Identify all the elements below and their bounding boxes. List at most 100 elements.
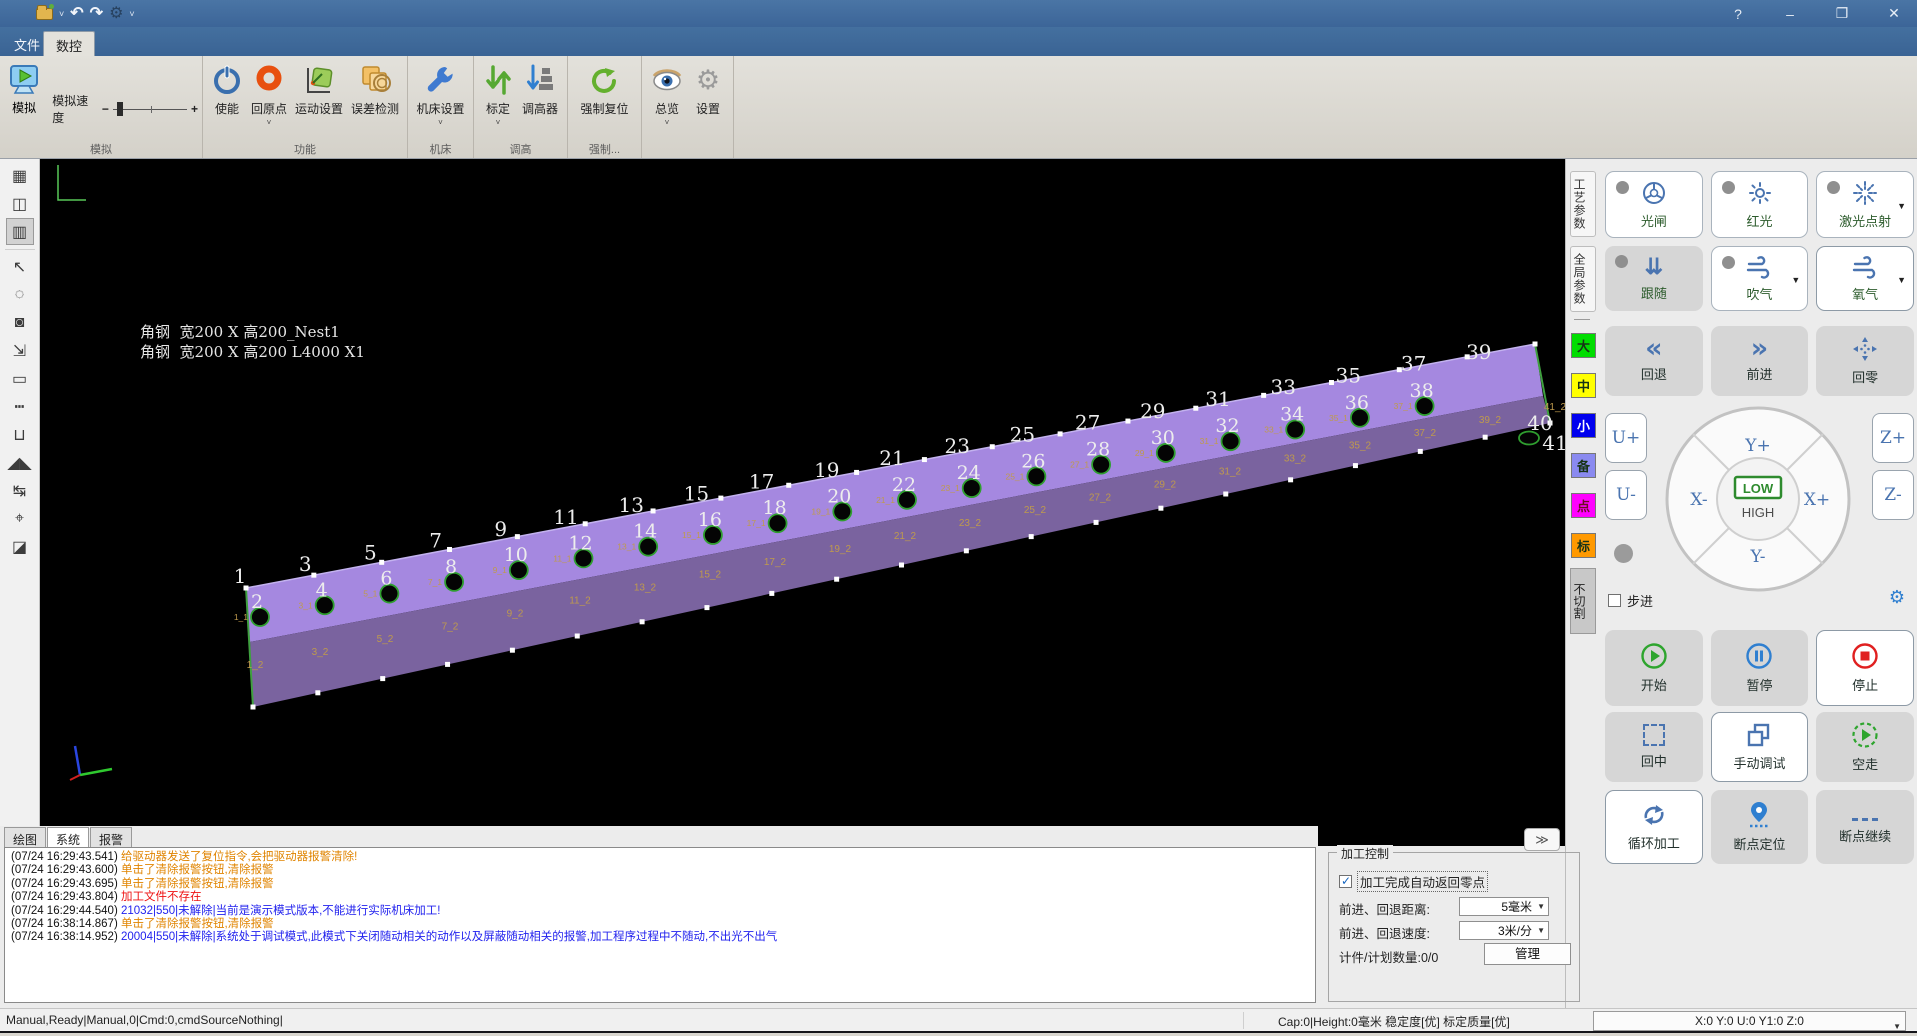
sim-speed-plus[interactable]: + xyxy=(191,102,198,116)
log-console[interactable]: (07/24 16:29:43.541) 给驱动器发送了复位指令,会把驱动器报警… xyxy=(4,847,1316,1003)
step-checkbox[interactable] xyxy=(1608,594,1621,607)
tab-process-params[interactable]: 工艺参数 xyxy=(1570,171,1596,237)
grid-view-icon[interactable]: ▦ xyxy=(6,162,34,189)
advance-button[interactable]: » 前进 xyxy=(1711,326,1809,396)
open-file-icon[interactable] xyxy=(36,8,53,20)
no-cut-button[interactable]: 不切割 xyxy=(1570,568,1596,634)
jog-settings-gear-icon[interactable]: ⚙ xyxy=(1889,587,1905,608)
follow-button[interactable]: ⇊ 跟随 xyxy=(1605,246,1703,311)
sim-speed-slider-thumb[interactable] xyxy=(117,102,123,116)
jog-y-plus[interactable]: Y+ xyxy=(1744,436,1770,456)
jog-u-plus-button[interactable]: U+ xyxy=(1605,413,1647,463)
laser-burst-button[interactable]: 激光点射 ▼ xyxy=(1816,171,1914,238)
manual-debug-button[interactable]: 手动调试 xyxy=(1711,712,1809,782)
jog-z-plus-button[interactable]: Z+ xyxy=(1872,413,1914,463)
height-controller-button[interactable]: 调高器 xyxy=(518,60,562,117)
center-button[interactable]: 回中 xyxy=(1605,712,1703,782)
panel-view-icon[interactable]: ▥ xyxy=(6,218,34,245)
overview-button[interactable]: 总览 ˅ xyxy=(646,60,688,127)
tab-global-params[interactable]: 全局参数 xyxy=(1570,246,1596,312)
tab-nc-active[interactable]: 数控 xyxy=(43,31,95,56)
oxygen-dropdown-icon[interactable]: ▼ xyxy=(1897,275,1906,285)
distance-select[interactable]: 5毫米▼ xyxy=(1459,897,1549,916)
layer-square-点[interactable]: 点 xyxy=(1571,493,1596,518)
home-button[interactable]: 回原点 ˅ xyxy=(247,60,291,127)
calibrate-button[interactable]: 标定 ˅ xyxy=(478,60,518,127)
cycle-machining-button[interactable]: 循环加工 xyxy=(1605,790,1703,864)
coordinates-display[interactable]: X:0 Y:0 U:0 Y1:0 Z:0 ▼ xyxy=(1593,1011,1906,1031)
sim-speed-minus[interactable]: − xyxy=(102,102,109,116)
restore-button[interactable]: ❐ xyxy=(1831,5,1853,22)
viewport-3d[interactable]: 角钢 宽200 X 高200_Nest1 角钢 宽200 X 高200 L400… xyxy=(40,159,1565,826)
jog-y-minus[interactable]: Y- xyxy=(1749,547,1765,567)
fan-icon[interactable]: ◢◣ xyxy=(6,449,34,476)
red-light-button[interactable]: 红光 xyxy=(1711,171,1809,238)
enable-button[interactable]: 使能 xyxy=(207,60,247,117)
auto-return-checkbox[interactable] xyxy=(1339,875,1352,888)
open-file-dropdown-icon[interactable]: ˅ xyxy=(59,9,64,19)
distance-caret-icon[interactable]: ▼ xyxy=(1537,902,1545,911)
jog-x-minus[interactable]: X- xyxy=(1690,490,1707,510)
jog-x-plus[interactable]: X+ xyxy=(1804,490,1830,510)
breakpoint-locate-button[interactable]: 断点定位 xyxy=(1711,790,1809,864)
blow-air-button[interactable]: 吹气 ▼ xyxy=(1711,246,1809,311)
simulate-button[interactable]: 模拟 xyxy=(4,60,44,116)
shutter-button[interactable]: 光闸 xyxy=(1605,171,1703,238)
layer-square-备[interactable]: 备 xyxy=(1571,453,1596,478)
force-reset-button[interactable]: 强制复位 xyxy=(576,60,632,117)
layer-square-标[interactable]: 标 xyxy=(1571,533,1596,558)
beam-canvas[interactable]: 1357911131517192123252729313335373921_14… xyxy=(40,159,1565,826)
return-zero-button[interactable]: 回零 xyxy=(1816,326,1914,396)
breakpoint-resume-button[interactable]: 断点继续 xyxy=(1816,790,1914,864)
pause-button[interactable]: 暂停 xyxy=(1711,630,1809,706)
calibrate-dropdown-icon[interactable]: ˅ xyxy=(496,118,501,127)
machine-settings-button[interactable]: 机床设置 ˅ xyxy=(412,60,468,127)
cube-view-icon[interactable]: ◫ xyxy=(6,190,34,217)
jog-pad[interactable]: Y+ Y- X- X+ LOW HIGH xyxy=(1663,404,1853,594)
settings-button[interactable]: ⚙ 设置 xyxy=(688,60,728,117)
error-check-button[interactable]: 误差检测 xyxy=(347,60,403,117)
dry-run-button[interactable]: 空走 xyxy=(1816,712,1914,782)
minimize-button[interactable]: – xyxy=(1779,6,1801,22)
jog-z-minus-button[interactable]: Z- xyxy=(1872,470,1914,520)
stop-button[interactable]: 停止 xyxy=(1816,630,1914,706)
compress-icon[interactable]: ↹ xyxy=(6,477,34,504)
filled-circle-icon[interactable]: ◙ xyxy=(6,309,34,336)
close-button[interactable]: ✕ xyxy=(1883,5,1905,22)
redo-icon[interactable]: ↷ xyxy=(90,6,103,22)
retract-button[interactable]: « 回退 xyxy=(1605,326,1703,396)
overview-dropdown-icon[interactable]: ˅ xyxy=(665,118,670,127)
open-box-icon[interactable]: ⊔ xyxy=(6,421,34,448)
layer-square-中[interactable]: 中 xyxy=(1571,373,1596,398)
layer-square-小[interactable]: 小 xyxy=(1571,413,1596,438)
dashes-icon[interactable]: ┅ xyxy=(6,393,34,420)
eraser-icon[interactable]: ◪ xyxy=(6,533,34,560)
motion-settings-button[interactable]: 运动设置 xyxy=(291,60,347,117)
position-icon[interactable]: ⌖ xyxy=(6,505,34,532)
home-dropdown-icon[interactable]: ˅ xyxy=(267,118,272,127)
laser-burst-dropdown-icon[interactable]: ▼ xyxy=(1897,201,1906,211)
settings-gear-icon[interactable]: ⚙ xyxy=(109,6,123,22)
log-expand-button[interactable]: ≫ xyxy=(1524,828,1560,851)
rectangle-icon[interactable]: ▭ xyxy=(6,365,34,392)
select-cursor-icon[interactable]: ↖ xyxy=(6,253,34,280)
speed-low-toggle[interactable]: LOW xyxy=(1743,481,1774,496)
pause-icon xyxy=(1745,642,1773,670)
settings-dropdown-icon[interactable]: ˅ xyxy=(129,9,134,19)
layer-square-大[interactable]: 大 xyxy=(1571,333,1596,358)
speed-select[interactable]: 3米/分▼ xyxy=(1459,921,1549,940)
dashed-circle-icon[interactable]: ◌ xyxy=(6,281,34,308)
sim-speed-slider[interactable] xyxy=(113,102,187,116)
machine-settings-dropdown-icon[interactable]: ˅ xyxy=(438,118,443,127)
speed-high-toggle[interactable]: HIGH xyxy=(1742,505,1775,520)
start-button[interactable]: 开始 xyxy=(1605,630,1703,706)
help-button[interactable]: ? xyxy=(1727,6,1749,22)
oxygen-button[interactable]: 氧气 ▼ xyxy=(1816,246,1914,311)
merge-arrows-icon[interactable]: ⇲ xyxy=(6,337,34,364)
undo-icon[interactable]: ↶ xyxy=(70,6,83,22)
manage-button[interactable]: 管理 xyxy=(1484,943,1571,965)
jog-u-minus-button[interactable]: U- xyxy=(1605,470,1647,520)
coordinates-caret-icon[interactable]: ▼ xyxy=(1893,1018,1901,1036)
speed-caret-icon[interactable]: ▼ xyxy=(1537,926,1545,935)
blow-air-dropdown-icon[interactable]: ▼ xyxy=(1791,275,1800,285)
